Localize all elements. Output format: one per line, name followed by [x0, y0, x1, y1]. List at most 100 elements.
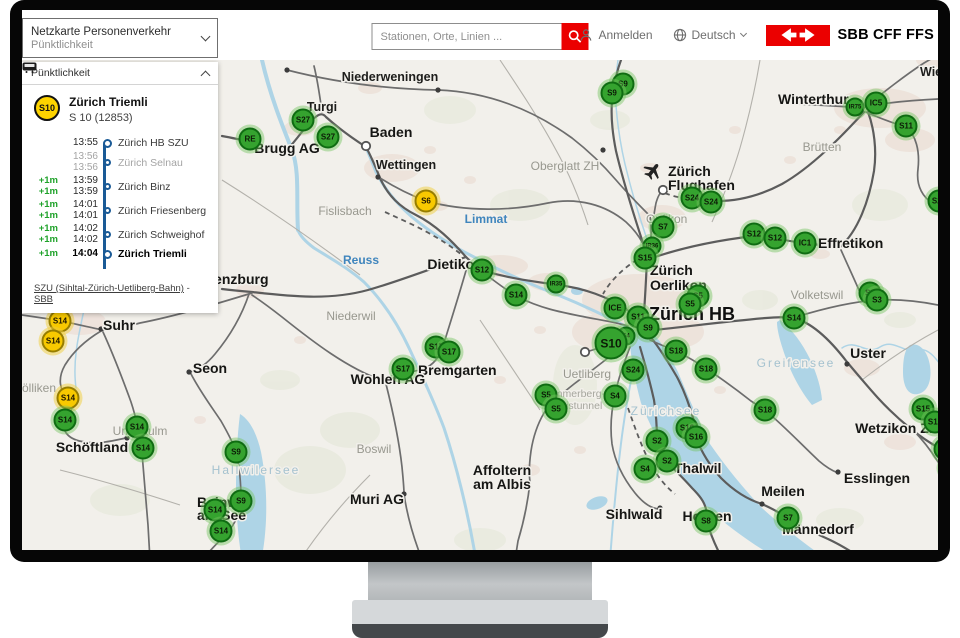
- map-line-badge[interactable]: S9: [225, 441, 248, 464]
- map-label: Baden: [370, 124, 413, 140]
- stop-row: +1m+1m14:0114:01Zürich Friesenberg: [28, 200, 218, 221]
- map-line-badge[interactable]: S9: [637, 317, 660, 340]
- map-label: Bremgarten: [418, 362, 497, 378]
- line-header: S10 Zürich Triemli S 10 (12853): [22, 85, 218, 130]
- map-label: Uster: [850, 345, 886, 361]
- line-number: S 10 (12853): [69, 112, 148, 124]
- chevron-down-icon: [201, 32, 211, 42]
- map-line-badge[interactable]: S27: [317, 126, 340, 149]
- map-line-badge[interactable]: S8: [695, 510, 718, 533]
- map-line-badge[interactable]: IR35: [547, 275, 566, 294]
- map-line-badge[interactable]: S6: [415, 190, 438, 213]
- map-line-badge[interactable]: S12: [743, 223, 766, 246]
- map-line-badge[interactable]: S14: [126, 416, 149, 439]
- map-line-badge[interactable]: S14: [505, 284, 528, 307]
- map-label: Schöftland: [56, 439, 128, 455]
- map-line-badge[interactable]: S12: [764, 227, 787, 250]
- map-line-badge[interactable]: S14: [57, 387, 80, 410]
- map-label: Zürichsee: [631, 404, 702, 418]
- map-line-badge[interactable]: S18: [754, 399, 777, 422]
- map-line-badge[interactable]: S15: [634, 247, 657, 270]
- map-line-badge[interactable]: S18: [665, 340, 688, 363]
- map-label: Thalwil: [674, 460, 721, 476]
- map-line-badge[interactable]: RE: [239, 128, 262, 151]
- map-line-badge[interactable]: S9: [230, 490, 253, 513]
- footer-separator: -: [187, 283, 190, 294]
- map-line-badge[interactable]: IC1: [794, 232, 817, 255]
- stop-row: +1m+1m14:0214:02Zürich Schweighof: [28, 224, 218, 245]
- layer-select-subtitle: Pünktlichkeit: [31, 39, 202, 52]
- map-line-badge[interactable]: S5: [545, 398, 568, 421]
- timeline-stop-dot: [104, 183, 111, 190]
- map-label: Niederweningen: [342, 70, 439, 84]
- map-label: Esslingen: [844, 470, 910, 486]
- map-label: Wettingen: [376, 158, 436, 172]
- map-line-badge[interactable]: S2: [656, 450, 679, 473]
- search-input[interactable]: [372, 23, 562, 50]
- stop-name: Zürich Binz: [116, 181, 171, 193]
- station-marker[interactable]: [844, 361, 849, 366]
- station-marker[interactable]: [581, 348, 589, 356]
- map-line-badge[interactable]: S17: [438, 341, 461, 364]
- station-marker[interactable]: [759, 501, 764, 506]
- top-bar: Netzkarte Personenverkehr Pünktlichkeit …: [22, 10, 938, 60]
- map-line-badge[interactable]: S3: [866, 289, 889, 312]
- user-icon: [579, 28, 593, 42]
- station-marker[interactable]: [659, 186, 667, 194]
- station-marker[interactable]: [284, 67, 289, 72]
- map-line-badge[interactable]: S4: [634, 458, 657, 481]
- language-selector[interactable]: Deutsch: [673, 28, 746, 42]
- map-label: am Albis: [473, 476, 531, 492]
- map-label: Wohlen AG: [351, 371, 426, 387]
- station-marker[interactable]: [375, 174, 380, 179]
- layer-select-dropdown[interactable]: Netzkarte Personenverkehr Pünktlichkeit: [22, 18, 218, 58]
- layer-select-title: Netzkarte Personenverkehr: [31, 25, 202, 39]
- map[interactable]: NiederweningenTurgiBrugg AGBadenWettinge…: [22, 60, 938, 550]
- login-button[interactable]: Anmelden: [579, 28, 652, 42]
- map-line-badge[interactable]: S14: [210, 520, 233, 543]
- map-label: Wiesendangen: [920, 65, 938, 79]
- map-line-badge[interactable]: S11: [895, 115, 918, 138]
- map-line-badge[interactable]: S7: [777, 507, 800, 530]
- map-line-badge[interactable]: S18: [695, 358, 718, 381]
- map-line-badge[interactable]: S16: [685, 426, 708, 449]
- map-label: Effretikon: [818, 235, 883, 251]
- map-line-badge[interactable]: S27: [292, 109, 315, 132]
- panel-header[interactable]: Pünktlichkeit: [22, 62, 218, 85]
- stop-name: Zürich Schweighof: [116, 229, 204, 241]
- top-right-actions: Anmelden Deutsch SBB CFF FFS: [579, 10, 934, 60]
- map-line-badge[interactable]: IR75: [846, 98, 865, 117]
- line-name: Zürich Triemli: [69, 95, 148, 109]
- map-line-badge[interactable]: IC5: [865, 92, 888, 115]
- search-form: [372, 23, 589, 50]
- map-line-badge[interactable]: ICE: [604, 297, 627, 320]
- station-marker[interactable]: [435, 87, 440, 92]
- map-line-badge[interactable]: S7: [652, 216, 675, 239]
- station-marker[interactable]: [835, 469, 840, 474]
- map-line-badge[interactable]: S4: [604, 385, 627, 408]
- map-line-badge[interactable]: S14: [132, 437, 155, 460]
- map-line-badge[interactable]: S14: [204, 499, 227, 522]
- map-line-badge[interactable]: S5: [679, 293, 702, 316]
- operator-link[interactable]: SZU (Sihltal-Zürich-Uetliberg-Bahn): [34, 283, 184, 294]
- map-line-badge[interactable]: S17: [392, 358, 415, 381]
- map-line-badge[interactable]: S9: [601, 82, 624, 105]
- map-label: Brugg AG: [254, 140, 320, 156]
- map-line-badge[interactable]: S14: [42, 330, 65, 353]
- map-line-badge[interactable]: S24: [700, 191, 723, 214]
- map-line-badge[interactable]: S12: [471, 259, 494, 282]
- map-label: Kölliken: [22, 381, 56, 395]
- collapse-icon: [201, 70, 211, 80]
- stop-list: 13:55Zürich HB SZU13:5613:56Zürich Selna…: [22, 130, 218, 277]
- map-line-badge[interactable]: S10: [595, 327, 628, 360]
- map-line-badge[interactable]: S14: [54, 409, 77, 432]
- station-marker[interactable]: [362, 142, 370, 150]
- timeline-stop-dot: [104, 207, 111, 214]
- map-line-badge[interactable]: S24: [622, 359, 645, 382]
- station-marker[interactable]: [600, 147, 605, 152]
- station-marker[interactable]: [186, 369, 191, 374]
- map-label: Volketswil: [791, 288, 844, 302]
- map-line-badge[interactable]: S14: [783, 307, 806, 330]
- stop-name: Zürich HB SZU: [116, 137, 189, 149]
- sbb-link[interactable]: SBB: [34, 294, 53, 305]
